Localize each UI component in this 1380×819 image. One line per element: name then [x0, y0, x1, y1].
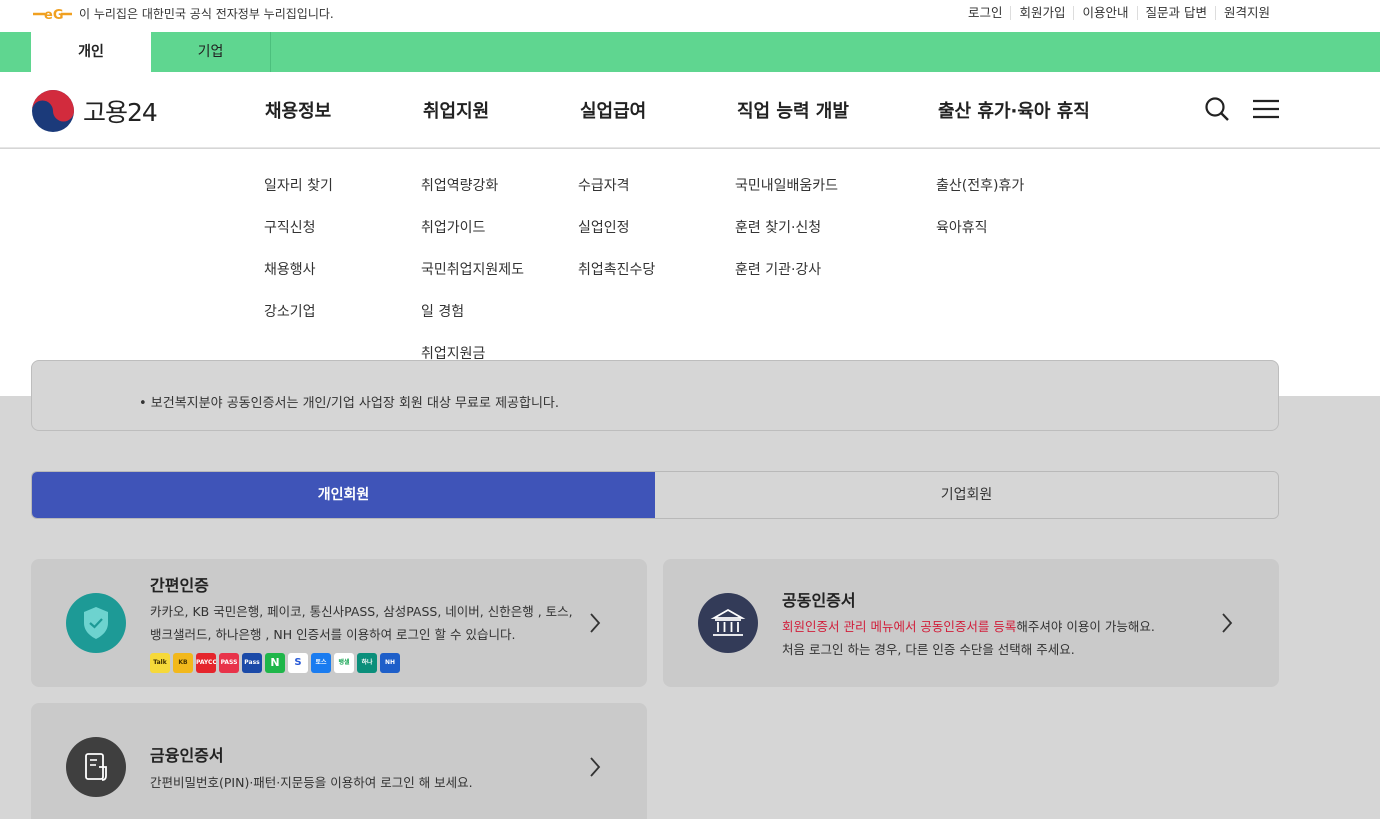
payco-icon: PAYCO [196, 653, 216, 673]
qna-link[interactable]: 질문과 답변 [1136, 6, 1215, 20]
hamburger-menu-icon[interactable] [1252, 96, 1280, 122]
mega-col-unemployment: 수급자격 실업인정 취업촉진수당 [578, 176, 655, 302]
menu-item[interactable]: 취업가이드 [421, 218, 524, 260]
top-utility-bar: eG 이 누리집은 대한민국 공식 전자정부 누리집입니다. 로그인 회원가입 … [0, 0, 1380, 32]
search-icon[interactable] [1204, 96, 1230, 122]
tab-personal-member[interactable]: 개인회원 [32, 472, 655, 518]
kb-icon: KB [173, 653, 193, 673]
card-desc-line-2: 처음 로그인 하는 경우, 다른 인증 수단을 선택해 주세요. [782, 642, 1075, 657]
guide-link[interactable]: 이용안내 [1073, 6, 1136, 20]
menu-item[interactable]: 취업역량강화 [421, 176, 524, 218]
tab-business-member[interactable]: 기업회원 [655, 472, 1278, 518]
card-title: 간편인증 [150, 576, 209, 595]
pass-icon: PASS [219, 653, 239, 673]
gov-notice-text: 이 누리집은 대한민국 공식 전자정부 누리집입니다. [79, 7, 334, 21]
logo-text: 고용24 [83, 98, 158, 127]
card-title: 공동인증서 [782, 591, 856, 610]
gnb-recruit[interactable]: 채용정보 [265, 97, 331, 123]
menu-item[interactable]: 국민취업지원제도 [421, 260, 524, 302]
menu-item[interactable]: 구직신청 [264, 218, 333, 260]
card-desc-line-1: 카카오, KB 국민은행, 페이코, 통신사PASS, 삼성PASS, 네이버,… [150, 604, 573, 619]
mega-col-job-skills: 국민내일배움카드 훈련 찾기·신청 훈련 기관·강사 [735, 176, 838, 302]
register-notice-highlight: 회원인증서 관리 메뉴에서 공동인증서를 등록 [782, 619, 1017, 634]
document-icon [66, 737, 126, 797]
mega-col-recruit: 일자리 찾기 구직신청 채용행사 강소기업 [264, 176, 333, 344]
card-title: 금융인증서 [150, 746, 224, 765]
login-link[interactable]: 로그인 [960, 6, 1011, 20]
menu-item[interactable]: 훈련 찾기·신청 [735, 218, 838, 260]
hana-icon: 하나 [357, 653, 377, 673]
mega-menu: 일자리 찾기 구직신청 채용행사 강소기업 취업역량강화 취업가이드 국민취업지… [0, 149, 1380, 396]
mega-col-maternity: 출산(전후)휴가 육아휴직 [936, 176, 1024, 260]
toss-icon: 토스 [311, 653, 331, 673]
main-header: 고용24 채용정보 취업지원 실업급여 직업 능력 개발 출산 휴가·육아 휴직 [0, 72, 1380, 148]
samsung-pass-icon: Pass [242, 653, 262, 673]
card-desc: 회원인증서 관리 메뉴에서 공동인증서를 등록해주셔야 이용이 가능해요. 처음… [782, 615, 1155, 661]
menu-item[interactable]: 훈련 기관·강사 [735, 260, 838, 302]
mega-col-employment-support: 취업역량강화 취업가이드 국민취업지원제도 일 경험 취업지원금 [421, 176, 524, 386]
bank-icon [698, 593, 758, 653]
menu-item[interactable]: 채용행사 [264, 260, 333, 302]
card-desc-line-2: 뱅크샐러드, 하나은행 , NH 인증서를 이용하여 로그인 할 수 있습니다. [150, 627, 516, 642]
menu-item[interactable]: 실업인정 [578, 218, 655, 260]
signup-link[interactable]: 회원가입 [1010, 6, 1073, 20]
menu-item[interactable]: 출산(전후)휴가 [936, 176, 1024, 218]
card-desc-rest: 해주셔야 이용이 가능해요. [1016, 619, 1155, 634]
simple-auth-card[interactable]: 간편인증 카카오, KB 국민은행, 페이코, 통신사PASS, 삼성PASS,… [31, 559, 647, 687]
shield-icon [66, 593, 126, 653]
notice-text: • 보건복지분야 공동인증서는 개인/기업 사업장 회원 대상 무료로 제공합니… [139, 396, 559, 411]
menu-item[interactable]: 일자리 찾기 [264, 176, 333, 218]
naver-icon: N [265, 653, 285, 673]
gov-notice: eG 이 누리집은 대한민국 공식 전자정부 누리집입니다. [31, 5, 334, 22]
user-type-tabbar: 개인 기업 [0, 32, 1380, 72]
joint-cert-card[interactable]: 공동인증서 회원인증서 관리 메뉴에서 공동인증서를 등록해주셔야 이용이 가능… [663, 559, 1279, 687]
svg-text:eG: eG [44, 8, 64, 22]
tab-business[interactable]: 기업 [151, 32, 271, 72]
card-desc: 카카오, KB 국민은행, 페이코, 통신사PASS, 삼성PASS, 네이버,… [150, 600, 573, 646]
header-icons [1204, 96, 1280, 122]
chevron-right-icon[interactable] [1221, 612, 1233, 634]
taegeuk-logo-icon [32, 90, 74, 132]
banksalad-icon: 뱅샐 [334, 653, 354, 673]
card-desc: 간편비밀번호(PIN)·패턴·지문등을 이용하여 로그인 해 보세요. [150, 775, 473, 790]
shinhan-icon: S [288, 653, 308, 673]
member-type-tabs: 개인회원 기업회원 [31, 471, 1279, 519]
nh-icon: NH [380, 653, 400, 673]
chevron-right-icon[interactable] [589, 756, 601, 778]
gnb-unemployment-benefit[interactable]: 실업급여 [580, 97, 646, 123]
menu-item[interactable]: 강소기업 [264, 302, 333, 344]
egov-logo-icon: eG [33, 8, 72, 22]
menu-item[interactable]: 육아휴직 [936, 218, 1024, 260]
card-desc-line-1: 회원인증서 관리 메뉴에서 공동인증서를 등록해주셔야 이용이 가능해요. [782, 615, 1155, 638]
tab-personal[interactable]: 개인 [31, 32, 151, 72]
menu-item[interactable]: 취업촉진수당 [578, 260, 655, 302]
gnb-job-skills[interactable]: 직업 능력 개발 [737, 97, 849, 123]
menu-item[interactable]: 일 경험 [421, 302, 524, 344]
gnb-employment-support[interactable]: 취업지원 [423, 97, 489, 123]
site-logo[interactable]: 고용24 [31, 89, 158, 133]
chevron-right-icon[interactable] [589, 612, 601, 634]
utility-links: 로그인 회원가입 이용안내 질문과 답변 원격지원 [960, 6, 1278, 20]
gnb-maternity-leave[interactable]: 출산 휴가·육아 휴직 [938, 97, 1090, 123]
menu-item[interactable]: 수급자격 [578, 176, 655, 218]
kakao-icon: Talk [150, 653, 170, 673]
auth-provider-badges: Talk KB PAYCO PASS Pass N S 토스 뱅샐 하나 NH [150, 653, 400, 673]
finance-cert-card[interactable]: 금융인증서 간편비밀번호(PIN)·패턴·지문등을 이용하여 로그인 해 보세요… [31, 703, 647, 819]
remote-support-link[interactable]: 원격지원 [1214, 6, 1278, 20]
menu-item[interactable]: 국민내일배움카드 [735, 176, 838, 218]
